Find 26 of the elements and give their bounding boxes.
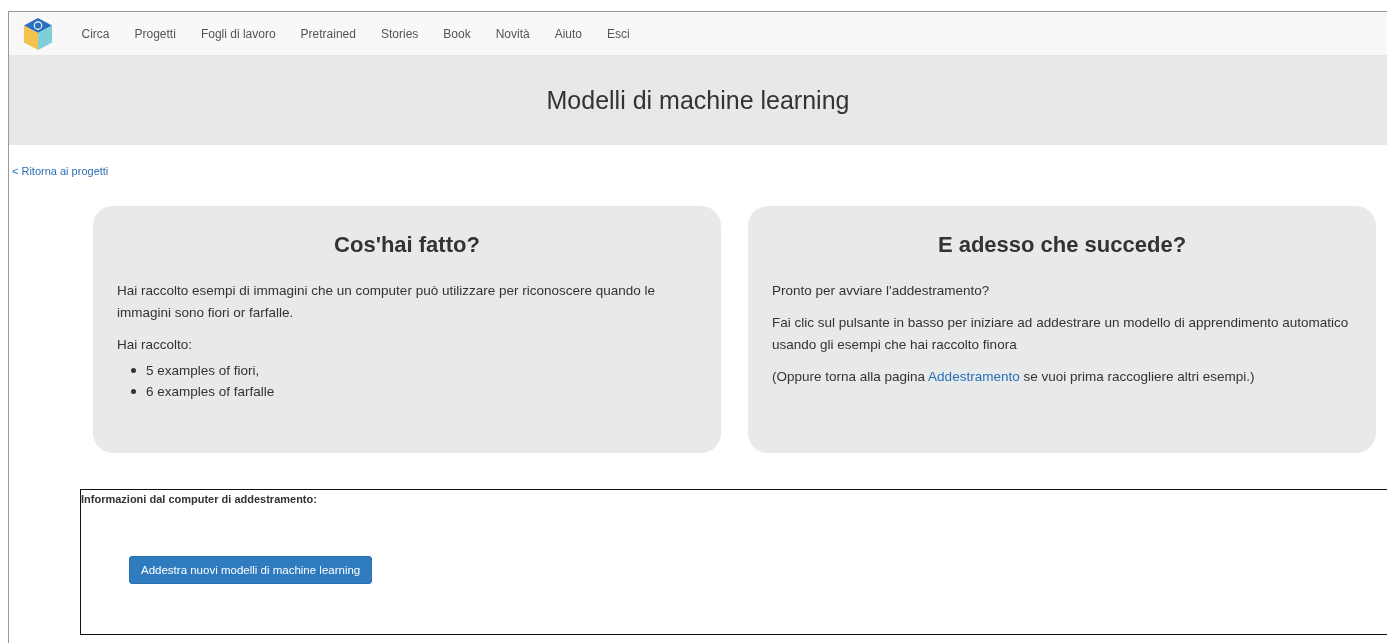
nav-link[interactable]: Novità [483, 26, 543, 41]
nav-link[interactable]: Book [430, 26, 484, 41]
card-text: Pronto per avviare l'addestramento? [772, 282, 991, 300]
nav-link[interactable]: Progetti [122, 26, 189, 41]
list-item: 6 examples of farfalle [146, 383, 275, 401]
nav-link[interactable]: Stories [368, 26, 431, 41]
training-label: Informazioni dal computer di addestramento: [81, 493, 317, 505]
train-button[interactable]: Addestra nuovi modelli di machine learning [129, 556, 373, 584]
card-text: Fai clic sul pulsante in basso per iniziare ad addestrare un modello di apprendimento automatico usando gli esempi che hai raccolto finora [772, 314, 1350, 354]
nav-link[interactable]: Esci [594, 26, 643, 41]
nav-link[interactable]: Aiuto [542, 26, 595, 41]
card-text: Hai raccolto esempi di immagini che un computer può utilizzare per riconoscere quando le immagini sono fiori or farfalle. [117, 282, 657, 322]
nav-link[interactable]: Pretrained [288, 26, 369, 41]
card-title: E adesso che succede? [936, 232, 1188, 258]
list-item: 5 examples of fiori, [146, 362, 260, 380]
back-link[interactable]: < Ritorna ai progetti [12, 165, 109, 177]
nav-link[interactable]: Fogli di lavoro [188, 26, 289, 41]
card-text: (Oppure torna alla pagina Addestramento se vuoi prima raccogliere altri esempi.) [772, 368, 1256, 386]
card-title: Cos'hai fatto? [333, 232, 481, 258]
bullet-icon [131, 389, 136, 394]
nav-link[interactable]: Circa [69, 26, 122, 41]
card-text: Hai raccolto: [117, 336, 194, 354]
bullet-icon [131, 368, 136, 373]
page-title: Modelli di machine learning [546, 86, 850, 115]
training-link[interactable]: Addestramento [928, 369, 1020, 384]
cube-logo-icon[interactable] [23, 16, 53, 51]
